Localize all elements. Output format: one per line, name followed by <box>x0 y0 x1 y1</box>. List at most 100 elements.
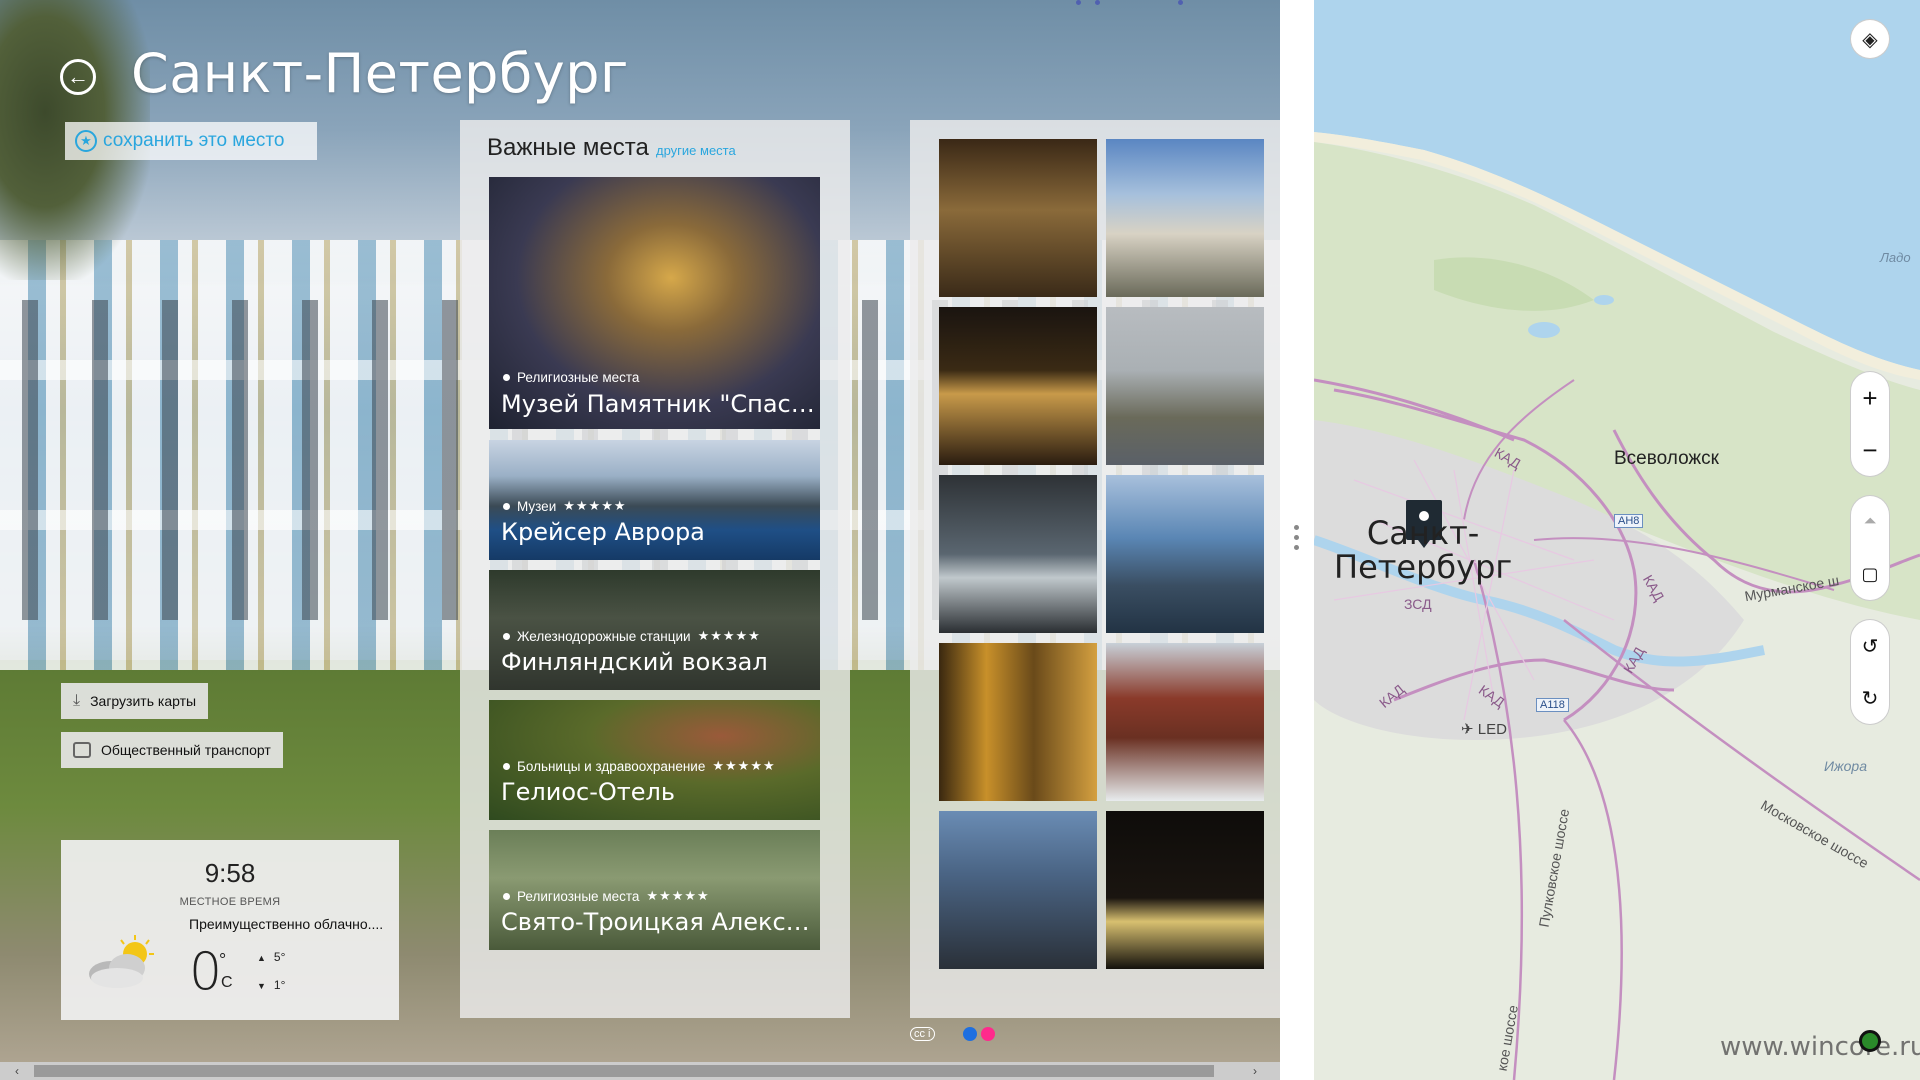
airplane-icon: ✈ <box>1461 721 1474 738</box>
rating-stars: ★★★★★ <box>712 758 776 773</box>
place-card[interactable]: Религиозные места ★★★★★ Свято-Троицкая Ал… <box>489 830 820 950</box>
photo-pager: cc i <box>910 1027 995 1041</box>
places-heading: Важные места <box>487 134 649 161</box>
scroll-right-arrow-icon[interactable]: › <box>1246 1062 1264 1080</box>
map-route-ah8: АН8 <box>1614 514 1644 528</box>
page-title: Санкт-Петербург <box>131 42 629 105</box>
gallery-photo[interactable] <box>1106 475 1264 633</box>
place-category: Музеи ★★★★★ <box>503 498 627 514</box>
map-road-zsd: ЗСД <box>1404 596 1432 612</box>
tilt-2d-button[interactable]: ▢ <box>1851 548 1889 600</box>
gallery-photo[interactable] <box>939 139 1097 297</box>
high-temperature-value: 5° <box>273 950 286 964</box>
place-category-label: Религиозные места <box>517 370 640 385</box>
horizontal-scrollbar[interactable]: ‹ › <box>0 1062 1280 1080</box>
map-label-izhora: Ижора <box>1824 758 1868 774</box>
place-card[interactable]: Железнодорожные станции ★★★★★ Финляндский… <box>489 570 820 690</box>
scroll-left-arrow-icon[interactable]: ‹ <box>8 1062 26 1080</box>
low-temperature: ▼ 1° <box>257 978 285 992</box>
tilt-control: ⏶ ▢ <box>1851 496 1889 600</box>
current-temperature: 0 <box>189 942 223 1002</box>
save-place-label: сохранить это место <box>103 130 285 151</box>
arrow-left-icon: ← <box>67 64 89 89</box>
important-places-panel: Важные места другие места Религиозные ме… <box>460 120 850 1018</box>
low-temperature-value: 1° <box>273 978 286 992</box>
map-label-ladoga: Ладо <box>1880 250 1911 265</box>
weather-tile[interactable]: 9:58 МЕСТНОЕ ВРЕМЯ Преимущественно облач… <box>61 840 399 1020</box>
public-transport-label: Общественный транспорт <box>101 742 271 758</box>
gallery-photo[interactable] <box>939 643 1097 801</box>
scrollbar-thumb[interactable] <box>34 1065 1214 1077</box>
gallery-photo[interactable] <box>1106 643 1264 801</box>
location-indicator-icon[interactable] <box>1859 1030 1881 1052</box>
square-icon: ▢ <box>1861 563 1879 584</box>
map-layers-button[interactable]: ◈ <box>1851 20 1889 58</box>
place-name: Музей Памятник "Спас-на-Крови" <box>501 390 817 418</box>
gallery-photo[interactable] <box>1106 811 1264 969</box>
partly-cloudy-icon <box>89 935 154 988</box>
rotate-right-icon: ↻ <box>1861 687 1879 710</box>
map-pane[interactable]: Всеволожск Ладо Мурманское ш Ижора Моско… <box>1314 0 1920 1080</box>
download-maps-button[interactable]: ⤓ Загрузить карты <box>61 683 209 719</box>
degree-symbol: ° <box>219 950 227 970</box>
place-name: Крейсер Аврора <box>501 518 705 546</box>
pane-splitter[interactable] <box>1280 0 1314 1080</box>
high-temperature: ▲ 5° <box>257 950 285 964</box>
star-icon: ★ <box>75 130 97 152</box>
rotate-left-icon: ↺ <box>1861 635 1879 658</box>
place-category: Религиозные места <box>503 370 639 385</box>
public-transport-button[interactable]: Общественный транспорт <box>61 732 283 768</box>
rating-stars: ★★★★★ <box>697 628 761 643</box>
zoom-out-button[interactable]: − <box>1851 424 1889 476</box>
loading-dots <box>1076 0 1183 5</box>
rating-stars: ★★★★★ <box>646 888 710 903</box>
other-places-link[interactable]: другие места <box>656 143 736 158</box>
rotate-right-button[interactable]: ↻ <box>1851 672 1889 724</box>
triangle-down-icon: ▼ <box>257 981 266 991</box>
place-category-label: Железнодорожные станции <box>517 628 691 644</box>
airport-label: LED <box>1477 721 1507 738</box>
place-category-label: Больницы и здравоохранение <box>517 758 706 774</box>
gallery-photo[interactable] <box>939 307 1097 465</box>
place-card[interactable]: Больницы и здравоохранение ★★★★★ Гелиос-О… <box>489 700 820 820</box>
photo-gallery-panel <box>910 120 1280 1018</box>
map-city-label: Санкт- Петербург <box>1334 514 1513 586</box>
place-category: Железнодорожные станции ★★★★★ <box>503 628 761 644</box>
tilt-icon: ⏶ <box>1863 513 1877 530</box>
triangle-up-icon: ▲ <box>257 953 266 963</box>
tilt-3d-button[interactable]: ⏶ <box>1851 496 1889 548</box>
download-maps-label: Загрузить карты <box>90 693 197 709</box>
gallery-photo[interactable] <box>1106 139 1264 297</box>
back-button[interactable]: ← <box>60 59 96 95</box>
travel-app-pane: ← Санкт-Петербург ★ сохранить это место … <box>0 0 1280 1080</box>
pager-dot[interactable] <box>962 1027 977 1041</box>
rating-stars: ★★★★★ <box>563 498 627 513</box>
zoom-in-button[interactable]: + <box>1851 372 1889 424</box>
map-label-vsevolozhsk: Всеволожск <box>1614 448 1719 469</box>
place-name: Гелиос-Отель <box>501 778 675 806</box>
place-category-label: Религиозные места <box>517 888 640 904</box>
gallery-photo[interactable] <box>939 811 1097 969</box>
license-icon: cc i <box>910 1027 935 1041</box>
local-time-label: МЕСТНОЕ ВРЕМЯ <box>179 896 281 908</box>
rotate-left-button[interactable]: ↺ <box>1851 620 1889 672</box>
place-category: Религиозные места ★★★★★ <box>503 888 710 904</box>
download-icon: ⤓ <box>73 692 81 709</box>
map-route-a118: A118 <box>1536 698 1569 712</box>
drag-grip-icon <box>1294 525 1299 550</box>
place-card[interactable]: Музеи ★★★★★ Крейсер Аврора <box>489 440 820 560</box>
place-category-label: Музеи <box>517 498 557 514</box>
temperature-unit: C <box>221 974 233 991</box>
pager-dot[interactable] <box>980 1027 995 1041</box>
place-card[interactable]: Религиозные места Музей Памятник "Спас-н… <box>489 177 820 429</box>
airport-marker[interactable]: ✈ LED <box>1461 720 1507 738</box>
place-name: Свято-Троицкая Александро-Невская лавра <box>501 908 817 936</box>
zoom-control: + − <box>1851 372 1889 476</box>
gallery-photo[interactable] <box>939 475 1097 633</box>
save-place-button[interactable]: ★ сохранить это место <box>65 122 317 160</box>
watermark: www.wincore.ru <box>1720 1032 1920 1062</box>
local-time: 9:58 <box>204 858 256 888</box>
weather-condition: Преимущественно облачно.... <box>189 916 384 932</box>
place-category: Больницы и здравоохранение ★★★★★ <box>503 758 776 774</box>
gallery-photo[interactable] <box>1106 307 1264 465</box>
